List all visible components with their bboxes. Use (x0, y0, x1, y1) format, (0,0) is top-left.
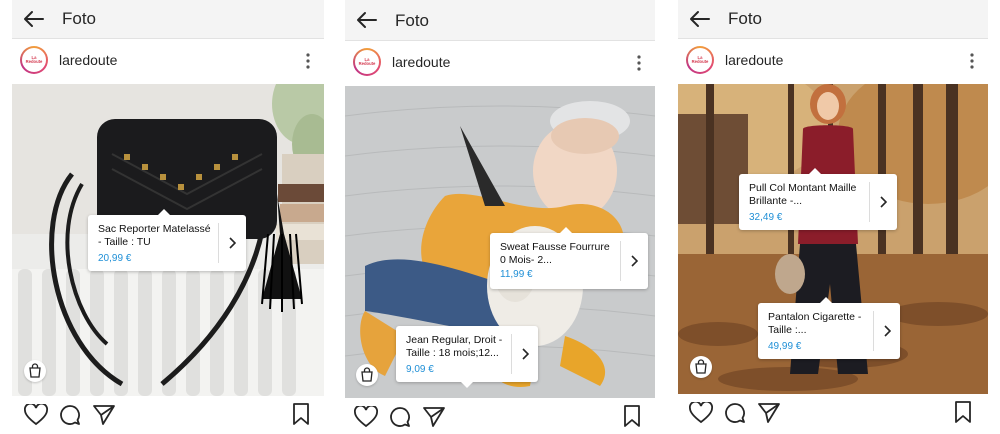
chevron-right-icon[interactable] (879, 196, 887, 208)
product-tag[interactable]: Jean Regular, Droit - Taille : 18 mois;1… (396, 326, 538, 388)
paper-plane-icon[interactable] (422, 406, 446, 428)
chevron-right-icon[interactable] (521, 348, 529, 360)
app-bar: Foto (12, 0, 324, 39)
shop-button[interactable] (690, 356, 712, 378)
product-tag[interactable]: Pantalon Cigarette - Taille :... 49,99 € (758, 297, 900, 359)
bookmark-icon[interactable] (954, 401, 972, 423)
post-header: La Redoute laredoute (678, 39, 988, 84)
avatar[interactable]: La Redoute (20, 46, 48, 74)
product-price: 11,99 € (500, 269, 533, 280)
product-tag[interactable]: Sac Reporter Matelassé - Taille : TU 20,… (88, 209, 246, 271)
page-title: Foto (395, 11, 430, 30)
shopping-bag-icon (695, 359, 707, 374)
post-photo[interactable]: Pull Col Montant Maille Brillante -... 3… (678, 84, 988, 394)
heart-icon[interactable] (354, 406, 378, 428)
product-price: 20,99 € (98, 253, 132, 264)
username[interactable]: laredoute (725, 52, 783, 68)
app-bar: Foto (678, 0, 988, 39)
arrow-left-icon[interactable] (22, 7, 46, 31)
divider (620, 241, 621, 281)
post-panel-2: Foto La Redoute laredoute Sweat Fausse F… (345, 0, 655, 429)
action-bar (12, 402, 324, 432)
bookmark-icon[interactable] (623, 405, 641, 427)
shop-button[interactable] (356, 364, 378, 386)
comment-icon[interactable] (388, 406, 412, 428)
heart-icon[interactable] (24, 404, 48, 426)
avatar[interactable]: La Redoute (686, 46, 714, 74)
avatar-logo-text: La Redoute (25, 54, 43, 64)
product-name: Jean Regular, Droit - Taille : 18 mois;1… (406, 334, 503, 359)
product-name: Pull Col Montant Maille Brillante -... (749, 182, 857, 207)
page-title: Foto (62, 9, 97, 28)
post-panel-3: Foto La Redoute laredoute Pull Col Monta… (678, 0, 988, 429)
post-photo[interactable]: Sweat Fausse Fourrure 0 Mois- 2... 11,99… (345, 86, 655, 398)
avatar-logo-text: La Redoute (691, 54, 709, 64)
comment-icon[interactable] (58, 404, 82, 426)
product-price: 49,99 € (768, 341, 802, 352)
paper-plane-icon[interactable] (92, 404, 116, 426)
shopping-bag-icon (29, 363, 41, 378)
page-title: Foto (728, 9, 763, 28)
paper-plane-icon[interactable] (757, 402, 781, 424)
post-header: La Redoute laredoute (345, 41, 655, 86)
username[interactable]: laredoute (392, 54, 450, 70)
username[interactable]: laredoute (59, 52, 117, 68)
post-header: La Redoute laredoute (12, 39, 324, 84)
more-vertical-icon[interactable] (306, 52, 310, 70)
chevron-right-icon[interactable] (228, 237, 236, 249)
divider (511, 334, 512, 374)
action-bar (345, 404, 655, 434)
product-name: Sweat Fausse Fourrure 0 Mois- 2... (500, 241, 610, 266)
product-tag[interactable]: Pull Col Montant Maille Brillante -... 3… (739, 168, 897, 230)
arrow-left-icon[interactable] (688, 7, 712, 31)
divider (873, 311, 874, 351)
product-tag[interactable]: Sweat Fausse Fourrure 0 Mois- 2... 11,99… (490, 227, 648, 289)
product-name: Pantalon Cigarette - Taille :... (768, 311, 862, 336)
product-name: Sac Reporter Matelassé - Taille : TU (98, 223, 211, 248)
comment-icon[interactable] (723, 402, 747, 424)
app-bar: Foto (345, 0, 655, 41)
product-price: 32,49 € (749, 212, 783, 223)
shop-button[interactable] (24, 360, 46, 382)
shopping-bag-icon (361, 367, 373, 382)
heart-icon[interactable] (689, 402, 713, 424)
avatar-logo-text: La Redoute (358, 56, 376, 66)
post-photo[interactable]: Sac Reporter Matelassé - Taille : TU 20,… (12, 84, 324, 396)
avatar[interactable]: La Redoute (353, 48, 381, 76)
product-price: 9,09 € (406, 364, 434, 375)
chevron-right-icon[interactable] (630, 255, 638, 267)
bookmark-icon[interactable] (292, 403, 310, 425)
more-vertical-icon[interactable] (970, 52, 974, 70)
divider (218, 223, 219, 263)
arrow-left-icon[interactable] (355, 8, 379, 32)
action-bar (678, 400, 988, 430)
post-panel-1: Foto La Redoute laredoute Sac Reporter M… (12, 0, 324, 429)
divider (869, 182, 870, 222)
more-vertical-icon[interactable] (637, 54, 641, 72)
chevron-right-icon[interactable] (883, 325, 891, 337)
